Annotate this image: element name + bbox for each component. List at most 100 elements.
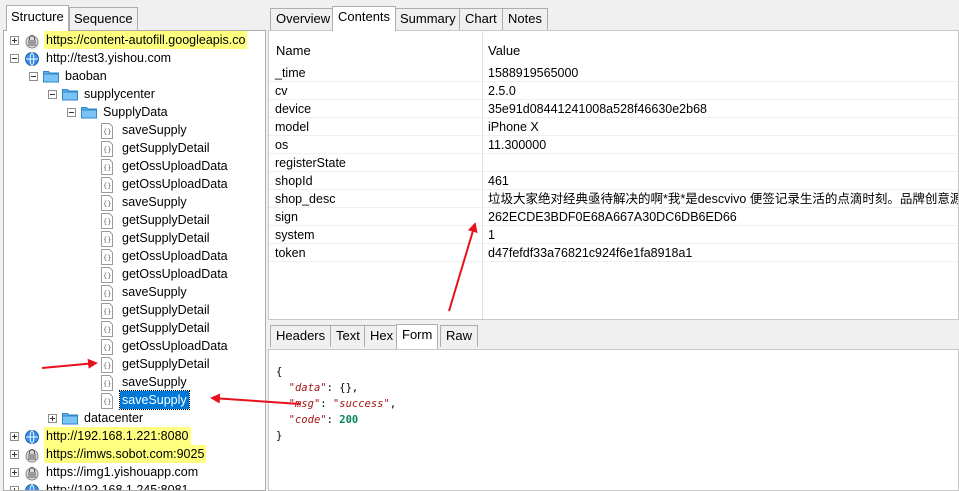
tab-chart[interactable]: Chart: [459, 8, 503, 30]
structure-pane: Structure Sequence https://content-autof…: [0, 0, 266, 491]
tab-text[interactable]: Text: [330, 325, 366, 347]
tab-headers[interactable]: Headers: [270, 325, 332, 347]
table-row[interactable]: _time 1588919565000: [269, 64, 958, 82]
collapse-icon[interactable]: [10, 53, 19, 63]
tab-raw[interactable]: Raw: [440, 325, 479, 347]
expand-icon[interactable]: [10, 467, 19, 477]
json-file-icon: {}: [100, 213, 116, 229]
tree-node[interactable]: datacenter: [48, 409, 145, 427]
table-row[interactable]: token d47fefdf33a76821c924f6e1fa8918a1: [269, 244, 958, 262]
json-file-icon: {}: [100, 267, 116, 283]
param-name: token: [275, 246, 306, 260]
tree-node-label: getSupplyDetail: [122, 231, 210, 245]
json-file-icon: {}: [100, 393, 116, 409]
param-name: shopId: [275, 174, 313, 188]
globe-icon: [24, 51, 40, 66]
table-row[interactable]: model iPhone X: [269, 118, 958, 136]
tree-node[interactable]: {} saveSupply: [86, 121, 189, 139]
expand-icon[interactable]: [10, 35, 19, 45]
svg-text:{}: {}: [103, 398, 111, 406]
tree-node[interactable]: http://test3.yishou.com: [10, 49, 173, 67]
tree-node[interactable]: {} getSupplyDetail: [86, 229, 212, 247]
svg-text:{}: {}: [103, 236, 111, 244]
param-name: device: [275, 102, 312, 116]
json-close-brace: }: [276, 430, 283, 442]
tree-node[interactable]: {} getSupplyDetail: [86, 139, 212, 157]
tab-contents[interactable]: Contents: [332, 6, 397, 31]
tree-node[interactable]: https://content-autofill.googleapis.co: [10, 31, 248, 49]
tree-node[interactable]: {} saveSupply: [86, 193, 189, 211]
json-key-data: "data": [288, 382, 327, 394]
tree-node[interactable]: {} getSupplyDetail: [86, 355, 212, 373]
expand-icon[interactable]: [48, 413, 57, 423]
table-row[interactable]: os 11.300000: [269, 136, 958, 154]
tree-node[interactable]: {} getSupplyDetail: [86, 211, 212, 229]
svg-text:{}: {}: [103, 128, 111, 136]
tree-node-label: datacenter: [84, 411, 144, 425]
expand-icon[interactable]: [10, 485, 19, 490]
json-key-msg: "msg": [288, 398, 321, 410]
tab-sequence[interactable]: Sequence: [69, 7, 138, 30]
table-row[interactable]: shopId 461: [269, 172, 958, 190]
tree-node-label: saveSupply: [122, 123, 187, 137]
tree-node-label: saveSupply: [119, 390, 190, 410]
tree-node-label: getSupplyDetail: [122, 141, 210, 155]
table-row[interactable]: device 35e91d08441241008a528f46630e2b68: [269, 100, 958, 118]
expand-icon[interactable]: [10, 449, 19, 459]
svg-text:{}: {}: [103, 290, 111, 298]
tree-node[interactable]: https://img1.yishouapp.com: [10, 463, 200, 481]
table-row[interactable]: system 1: [269, 226, 958, 244]
tree-node-label: getOssUploadData: [122, 267, 228, 281]
tree-node[interactable]: supplycenter: [48, 85, 157, 103]
response-json-view[interactable]: { "data": {}, "msg": "success", "code": …: [268, 349, 959, 491]
tab-overview[interactable]: Overview: [270, 8, 337, 30]
request-tree[interactable]: https://content-autofill.googleapis.co ht…: [3, 30, 266, 491]
tab-form[interactable]: Form: [396, 324, 439, 349]
param-value: 2.5.0: [488, 84, 516, 98]
svg-text:{}: {}: [103, 344, 111, 352]
tree-node[interactable]: SupplyData: [67, 103, 170, 121]
tree-node[interactable]: {} getOssUploadData: [86, 265, 230, 283]
param-value: iPhone X: [488, 120, 539, 134]
detail-pane: Overview Contents Summary Chart Notes Na…: [268, 0, 959, 491]
json-file-icon: {}: [100, 321, 116, 337]
column-header-value[interactable]: Value: [488, 43, 520, 58]
collapse-icon[interactable]: [48, 89, 57, 99]
detail-tabbar: Overview Contents Summary Chart Notes: [268, 0, 959, 31]
param-name: system: [275, 228, 315, 242]
param-value: d47fefdf33a76821c924f6e1fa8918a1: [488, 246, 693, 260]
tree-node[interactable]: {} getOssUploadData: [86, 247, 230, 265]
tree-node-label: https://content-autofill.googleapis.co: [44, 31, 248, 49]
tree-node[interactable]: http://192.168.1.221:8080: [10, 427, 191, 445]
collapse-icon[interactable]: [67, 107, 76, 117]
tree-node[interactable]: {} getSupplyDetail: [86, 301, 212, 319]
tab-summary[interactable]: Summary: [394, 8, 462, 30]
column-header-name[interactable]: Name: [276, 43, 311, 58]
tab-hex[interactable]: Hex: [364, 325, 400, 347]
tree-node[interactable]: {} getOssUploadData: [86, 175, 230, 193]
json-file-icon: {}: [100, 177, 116, 193]
table-row[interactable]: shop_desc 垃圾大家绝对经典亟待解决的啊*我*是descvivo 便签记录…: [269, 190, 958, 208]
table-row[interactable]: registerState: [269, 154, 958, 172]
tree-node[interactable]: {} getSupplyDetail: [86, 319, 212, 337]
tree-node[interactable]: {} getOssUploadData: [86, 337, 230, 355]
tab-structure[interactable]: Structure: [6, 5, 69, 31]
tree-node[interactable]: baoban: [29, 67, 109, 85]
json-file-icon: {}: [100, 141, 116, 157]
svg-text:{}: {}: [103, 182, 111, 190]
tree-node[interactable]: {} saveSupply: [86, 373, 189, 391]
table-row[interactable]: sign 262ECDE3BDF0E68A667A30DC6DB6ED66: [269, 208, 958, 226]
tree-node[interactable]: {} saveSupply: [86, 390, 190, 410]
tree-node[interactable]: {} getOssUploadData: [86, 157, 230, 175]
table-row[interactable]: cv 2.5.0: [269, 82, 958, 100]
tree-node[interactable]: {} saveSupply: [86, 283, 189, 301]
tree-node[interactable]: https://imws.sobot.com:9025: [10, 445, 207, 463]
lock-globe-icon: [24, 447, 40, 463]
collapse-icon[interactable]: [29, 71, 38, 81]
expand-icon[interactable]: [10, 431, 19, 441]
tab-notes[interactable]: Notes: [502, 8, 548, 30]
tree-node-label: https://imws.sobot.com:9025: [44, 445, 207, 463]
param-name: shop_desc: [275, 192, 336, 206]
tree-node-label: saveSupply: [122, 375, 187, 389]
tree-node[interactable]: http://192.168.1.245:8081: [10, 481, 191, 490]
